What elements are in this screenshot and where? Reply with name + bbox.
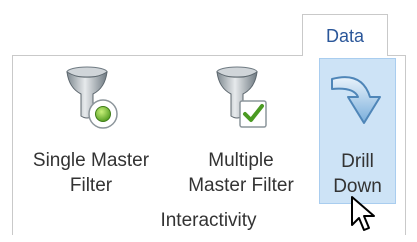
- drill-down-button[interactable]: Drill Down: [319, 58, 396, 204]
- multiple-master-filter-button[interactable]: Multiple Master Filter: [170, 58, 312, 204]
- single-master-filter-label: Single Master Filter: [32, 150, 150, 196]
- tab-data[interactable]: Data: [302, 14, 388, 56]
- multiple-master-filter-label: Multiple Master Filter: [188, 150, 294, 196]
- funnel-multiple-check-icon: [209, 64, 273, 141]
- tab-data-label: Data: [325, 26, 365, 46]
- drill-down-label: Drill Down: [333, 151, 382, 197]
- funnel-single-icon: [59, 64, 123, 141]
- arrow-pointer-icon: [350, 195, 376, 238]
- drill-down-arrow-icon: [326, 65, 390, 142]
- single-master-filter-button[interactable]: Single Master Filter: [20, 58, 162, 204]
